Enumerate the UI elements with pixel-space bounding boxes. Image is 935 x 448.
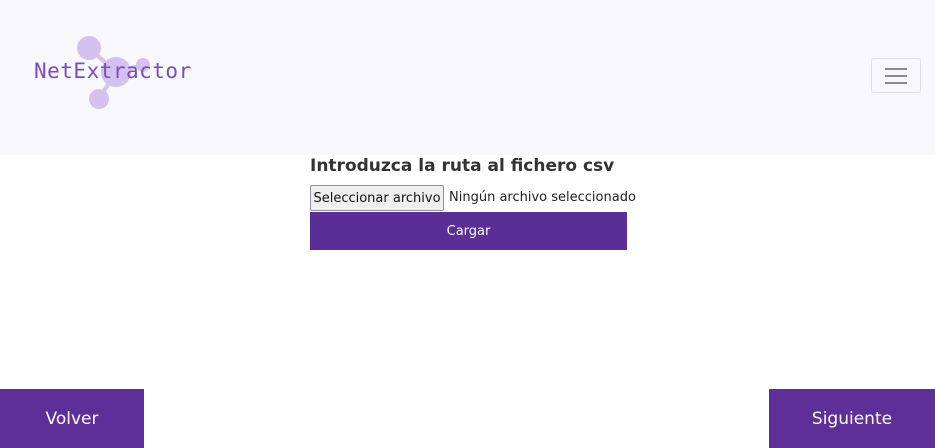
brand-logo[interactable]: NetExtractor xyxy=(32,34,202,114)
navbar: NetExtractor xyxy=(0,0,935,155)
brand-name: NetExtractor xyxy=(34,59,192,83)
upload-button[interactable]: Cargar xyxy=(310,212,627,250)
select-file-button[interactable]: Seleccionar archivo xyxy=(310,185,444,211)
hamburger-menu-icon-bottom xyxy=(885,82,907,84)
hamburger-menu-icon-middle xyxy=(885,75,907,77)
file-status-text: Ningún archivo seleccionado xyxy=(449,190,636,205)
back-button[interactable]: Volver xyxy=(0,389,144,448)
file-path-label: Introduzca la ruta al fichero csv xyxy=(310,156,615,176)
hamburger-menu-icon xyxy=(885,68,907,70)
file-input[interactable]: Seleccionar archivo Ningún archivo selec… xyxy=(310,185,636,211)
menu-toggle-button[interactable] xyxy=(871,58,921,93)
next-button[interactable]: Siguiente xyxy=(769,389,935,448)
